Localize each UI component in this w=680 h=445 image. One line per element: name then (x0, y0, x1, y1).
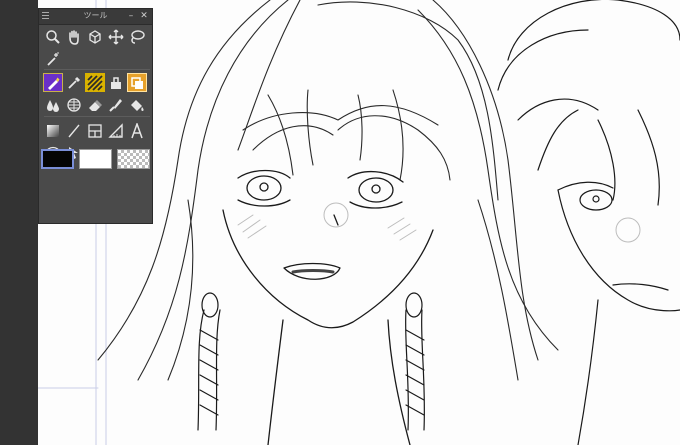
minimize-button[interactable]: – (126, 10, 136, 22)
text-icon (131, 122, 143, 138)
rotate-icon (89, 29, 101, 44)
decoration-tool[interactable] (85, 73, 105, 92)
blend-icon (47, 99, 59, 112)
frame-tool[interactable] (85, 121, 105, 140)
eraser-icon (89, 99, 102, 111)
bucket-icon (131, 99, 144, 111)
eyedropper-icon (68, 76, 81, 89)
brush-icon (109, 98, 122, 112)
brush-tool[interactable] (106, 95, 126, 114)
line-tool[interactable] (64, 121, 84, 140)
hand-icon (69, 29, 79, 45)
main-color-swatch[interactable] (41, 149, 74, 169)
gradient-tool[interactable] (43, 121, 63, 140)
zoom-icon (46, 29, 60, 44)
lasso-tool[interactable] (127, 27, 147, 46)
blend-tool[interactable] (43, 95, 63, 114)
move-tool[interactable] (106, 27, 126, 46)
fill-tool[interactable] (127, 73, 147, 92)
hand-tool[interactable] (64, 27, 84, 46)
tool-palette: ツール – ✕ (38, 8, 153, 224)
sub-color-swatch[interactable] (79, 149, 112, 169)
grid-icon (67, 97, 81, 112)
text-tool[interactable] (127, 121, 147, 140)
palette-titlebar[interactable]: ツール – ✕ (39, 9, 152, 25)
ruler-icon (108, 122, 123, 138)
magic-wand-tool[interactable] (43, 49, 63, 68)
close-button[interactable]: ✕ (139, 10, 149, 22)
lasso-icon (131, 29, 145, 44)
move-icon (108, 29, 124, 44)
gradient-icon (47, 124, 59, 137)
grid-tool[interactable] (64, 95, 84, 114)
bucket-tool[interactable] (127, 95, 147, 114)
text-stamp-icon (111, 76, 121, 89)
magic-wand-icon (47, 51, 59, 66)
left-dock-strip (0, 0, 38, 445)
fill-icon (131, 76, 143, 89)
text-stamp-tool[interactable] (106, 73, 126, 92)
eyedropper-tool[interactable] (64, 73, 84, 92)
rotate-tool[interactable] (85, 27, 105, 46)
decoration-icon (87, 74, 103, 91)
pen-tool[interactable] (43, 73, 63, 92)
pen-icon (48, 77, 60, 90)
frame-icon (88, 123, 102, 138)
ruler-tool[interactable] (106, 121, 126, 140)
zoom-tool[interactable] (43, 27, 63, 46)
transparent-color-swatch[interactable] (117, 149, 150, 169)
eraser-tool[interactable] (85, 95, 105, 114)
line-icon (68, 124, 80, 137)
